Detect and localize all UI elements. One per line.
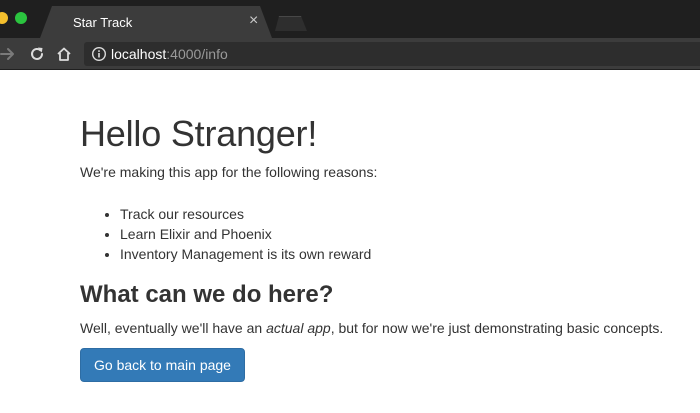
maximize-window-button[interactable] — [15, 12, 27, 24]
new-tab-button[interactable] — [275, 16, 307, 31]
tab-title: Star Track — [73, 15, 133, 30]
minimize-window-button[interactable] — [0, 12, 8, 24]
page-content: Hello Stranger! We're making this app fo… — [80, 70, 700, 413]
reasons-list: Track our resources Learn Elixir and Pho… — [120, 204, 371, 264]
address-bar[interactable]: localhost:4000/info — [84, 42, 700, 66]
description-text: Well, eventually we'll have an actual ap… — [80, 320, 663, 336]
info-icon[interactable] — [91, 46, 107, 62]
url-text[interactable]: localhost:4000/info — [111, 46, 228, 62]
browser-titlebar: Star Track × — [0, 0, 700, 38]
forward-arrow-icon[interactable] — [0, 45, 17, 63]
description-emphasis: actual app — [266, 320, 331, 336]
browser-toolbar: localhost:4000/info — [0, 38, 700, 70]
close-icon[interactable]: × — [249, 13, 258, 29]
description-start: Well, eventually we'll have an — [80, 320, 267, 336]
section-heading: What can we do here? — [80, 281, 334, 308]
intro-text: We're making this app for the following … — [80, 164, 378, 180]
list-item: Learn Elixir and Phoenix — [120, 224, 371, 244]
list-item: Track our resources — [120, 204, 371, 224]
home-icon[interactable] — [55, 45, 73, 63]
url-host: localhost — [111, 46, 167, 62]
list-item: Inventory Management is its own reward — [120, 244, 371, 264]
description-end: , but for now we're just demonstrating b… — [330, 320, 664, 336]
back-to-main-button[interactable]: Go back to main page — [80, 348, 245, 382]
url-path: :4000/info — [166, 46, 228, 62]
page-title: Hello Stranger! — [80, 113, 318, 154]
reload-icon[interactable] — [28, 45, 46, 63]
browser-tab[interactable]: Star Track × — [40, 6, 272, 38]
